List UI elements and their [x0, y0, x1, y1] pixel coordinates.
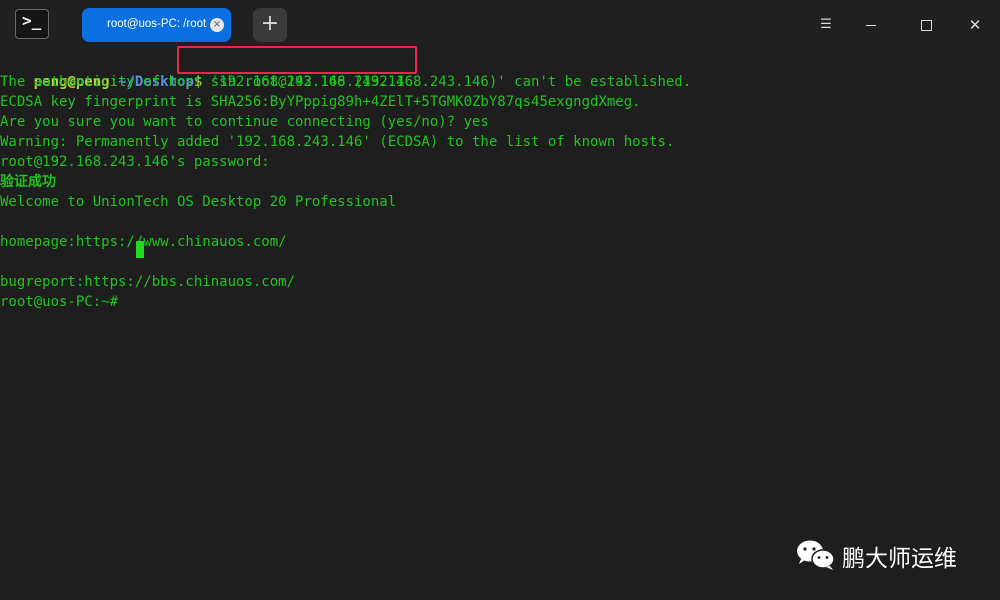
tab-label: root@uos-PC: /root [107, 18, 207, 30]
title-bar: >_ root@uos-PC: /root × + ☰ ✕ [0, 0, 1000, 50]
tab-close-icon[interactable]: × [210, 18, 224, 32]
output-line: The authenticity of host '192.168.243.14… [0, 74, 692, 90]
remote-prompt-line: root@uos-PC:~# [0, 294, 127, 310]
output-line: Are you sure you want to continue connec… [0, 114, 489, 130]
minimize-icon[interactable] [860, 14, 882, 36]
terminal-output[interactable]: peng@peng:~/Desktop$ ssh root@192.168.24… [0, 50, 1000, 600]
output-line: root@192.168.243.146's password: [0, 154, 270, 170]
watermark-text: 鹏大师运维 [842, 546, 957, 572]
text-cursor [136, 241, 144, 258]
terminal-prompt-glyph: >_ [22, 11, 42, 30]
tab-root-uos-pc[interactable]: root@uos-PC: /root × [82, 8, 231, 42]
close-icon[interactable]: ✕ [964, 14, 986, 36]
terminal-app-icon[interactable]: >_ [15, 9, 49, 39]
plus-icon[interactable]: + [253, 8, 287, 42]
command-highlight-box [177, 46, 417, 74]
maximize-icon[interactable] [915, 14, 937, 36]
output-line-auth-success: 验证成功 [0, 174, 56, 190]
output-line: ECDSA key fingerprint is SHA256:ByYPppig… [0, 94, 641, 110]
output-line: bugreport:https://bbs.chinauos.com/ [0, 274, 296, 290]
output-line: Warning: Permanently added '192.168.243.… [0, 134, 675, 150]
wechat-icon [797, 540, 835, 570]
menu-icon[interactable]: ☰ [815, 14, 837, 36]
output-line: Welcome to UnionTech OS Desktop 20 Profe… [0, 194, 397, 210]
